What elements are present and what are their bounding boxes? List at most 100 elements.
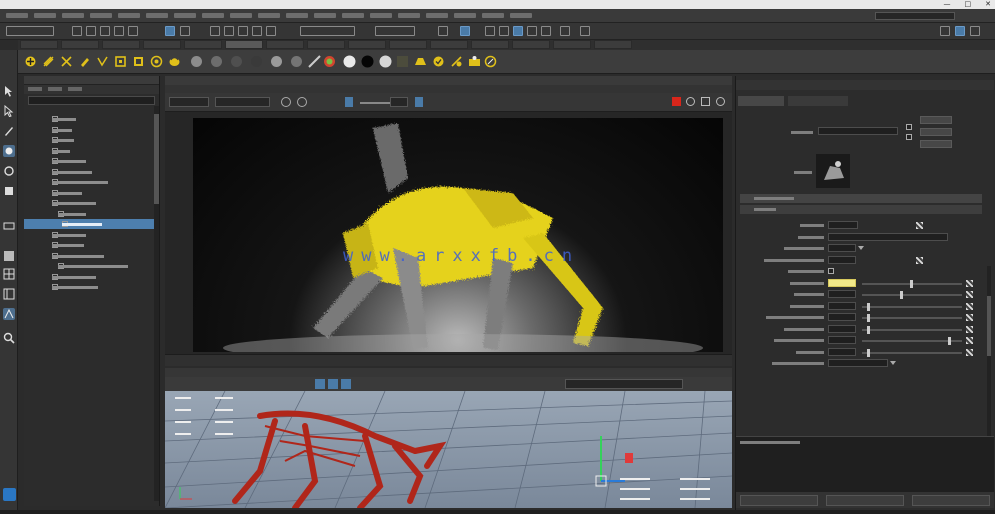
outliner-item[interactable] — [24, 282, 154, 292]
outliner-item[interactable] — [24, 114, 154, 124]
xgen-description-icon[interactable] — [24, 55, 37, 68]
region-icon[interactable] — [415, 97, 423, 107]
stop-render-icon[interactable] — [672, 97, 681, 106]
outliner-item[interactable] — [24, 198, 154, 208]
symmetry-dropdown[interactable] — [300, 26, 355, 36]
menu-mesh-display[interactable] — [286, 13, 308, 18]
outliner-item[interactable] — [24, 135, 154, 145]
notes-area[interactable] — [736, 436, 994, 492]
attribute-value-field[interactable] — [828, 324, 856, 333]
outliner-item[interactable] — [24, 188, 154, 198]
chevron-down-icon[interactable] — [890, 361, 896, 365]
wireframe-icon[interactable] — [315, 379, 325, 389]
menu-uv[interactable] — [398, 13, 420, 18]
sphere-dark-icon[interactable] — [230, 55, 243, 68]
attribute-value-field[interactable] — [828, 221, 858, 229]
map-button-icon[interactable] — [966, 337, 973, 344]
outliner-item[interactable] — [24, 240, 154, 250]
menu-mesh[interactable] — [202, 13, 224, 18]
tab-transform[interactable] — [738, 96, 784, 106]
map-button-icon[interactable] — [966, 314, 973, 321]
layout-icon[interactable] — [3, 268, 15, 280]
map-button-icon[interactable] — [966, 348, 973, 356]
menu-arnold[interactable] — [482, 13, 504, 18]
outliner-item[interactable] — [24, 209, 154, 219]
attribute-value-field[interactable] — [828, 336, 856, 344]
lasso-tool-icon[interactable] — [3, 105, 15, 117]
xgen-brush-icon[interactable] — [78, 55, 91, 68]
attribute-slider[interactable] — [862, 291, 962, 299]
outliner-item[interactable] — [24, 251, 154, 261]
outliner-item[interactable] — [24, 167, 154, 177]
map-button-icon[interactable] — [966, 291, 973, 298]
close-button[interactable]: ✕ — [985, 0, 991, 9]
outliner-layout-icon[interactable] — [3, 288, 15, 300]
snap-grid-icon[interactable] — [210, 26, 220, 36]
playblast-icon[interactable] — [580, 26, 590, 36]
xgen-grab-icon[interactable] — [114, 55, 127, 68]
xgen-groom-icon[interactable] — [484, 55, 497, 68]
shelf-tab-motion-graphics[interactable] — [553, 40, 591, 49]
sphere-light-icon[interactable] — [379, 55, 392, 68]
shelf-tab-poly-modeling[interactable] — [61, 40, 99, 49]
menu-windows[interactable] — [174, 13, 196, 18]
select-by-object-icon[interactable] — [180, 26, 190, 36]
attribute-slider[interactable] — [862, 348, 962, 357]
outliner-item[interactable] — [24, 272, 154, 282]
tab-shape[interactable] — [788, 96, 848, 106]
outliner-item[interactable] — [24, 125, 154, 135]
outliner-item[interactable] — [24, 177, 154, 187]
shelf-tab-rigging[interactable] — [143, 40, 181, 49]
attribute-slider[interactable] — [862, 279, 962, 288]
menu-create[interactable] — [62, 13, 84, 18]
sphere-black-icon[interactable] — [250, 55, 263, 68]
xgen-sculpt-icon[interactable] — [168, 55, 181, 68]
copy-tab-button[interactable] — [912, 494, 990, 506]
xgen-guide-icon[interactable] — [42, 55, 55, 68]
outliner-item[interactable] — [24, 261, 154, 271]
graph-layout-icon[interactable] — [3, 308, 15, 320]
sphere-icon[interactable] — [190, 55, 203, 68]
select-tool-icon[interactable] — [3, 85, 15, 97]
render-image[interactable]: www.arxxfb.cn — [193, 118, 723, 352]
sphere-mid-icon[interactable] — [290, 55, 303, 68]
outliner-item[interactable] — [24, 219, 154, 229]
redo-icon[interactable] — [128, 26, 138, 36]
xgen-preview-icon[interactable] — [414, 55, 427, 68]
outliner-item[interactable] — [24, 146, 154, 156]
section-header-2[interactable] — [740, 205, 982, 214]
attribute-value-field[interactable] — [828, 232, 948, 241]
name-input[interactable] — [818, 127, 898, 135]
magnifier-icon[interactable] — [3, 332, 15, 344]
refresh-icon[interactable] — [686, 97, 695, 106]
scale-tool-icon[interactable] — [3, 185, 15, 197]
shelf-tab-mash[interactable] — [512, 40, 550, 49]
menu-generate[interactable] — [426, 13, 448, 18]
maximize-button[interactable]: □ — [965, 0, 972, 9]
menu-curves[interactable] — [314, 13, 336, 18]
xgen-length-icon[interactable] — [132, 55, 145, 68]
outliner-item[interactable] — [24, 230, 154, 240]
aov-dropdown[interactable] — [215, 97, 270, 107]
show-button[interactable] — [920, 140, 952, 148]
sphere-shaded-icon[interactable] — [210, 55, 223, 68]
attribute-value-field[interactable] — [828, 301, 856, 310]
mode-dropdown[interactable] — [6, 26, 54, 36]
menu-display[interactable] — [146, 13, 168, 18]
shaded-icon[interactable] — [328, 379, 338, 389]
shelf-tab-bifrost[interactable] — [471, 40, 509, 49]
ipr-icon[interactable] — [527, 26, 537, 36]
menu-edit-mesh[interactable] — [230, 13, 252, 18]
xgen-density-icon[interactable] — [150, 55, 163, 68]
hypershade-icon[interactable] — [499, 26, 509, 36]
shelf-tab-custom[interactable] — [389, 40, 427, 49]
xgen-comb-icon[interactable] — [60, 55, 73, 68]
exposure-icon[interactable] — [281, 97, 291, 107]
menu-help[interactable] — [510, 13, 532, 18]
shelf-tab-curves[interactable] — [20, 40, 58, 49]
menu-select[interactable] — [90, 13, 112, 18]
minimize-button[interactable]: — — [944, 0, 951, 9]
perspective-view[interactable] — [165, 391, 732, 508]
outliner-search-input[interactable] — [28, 96, 155, 105]
textured-icon[interactable] — [341, 379, 351, 389]
